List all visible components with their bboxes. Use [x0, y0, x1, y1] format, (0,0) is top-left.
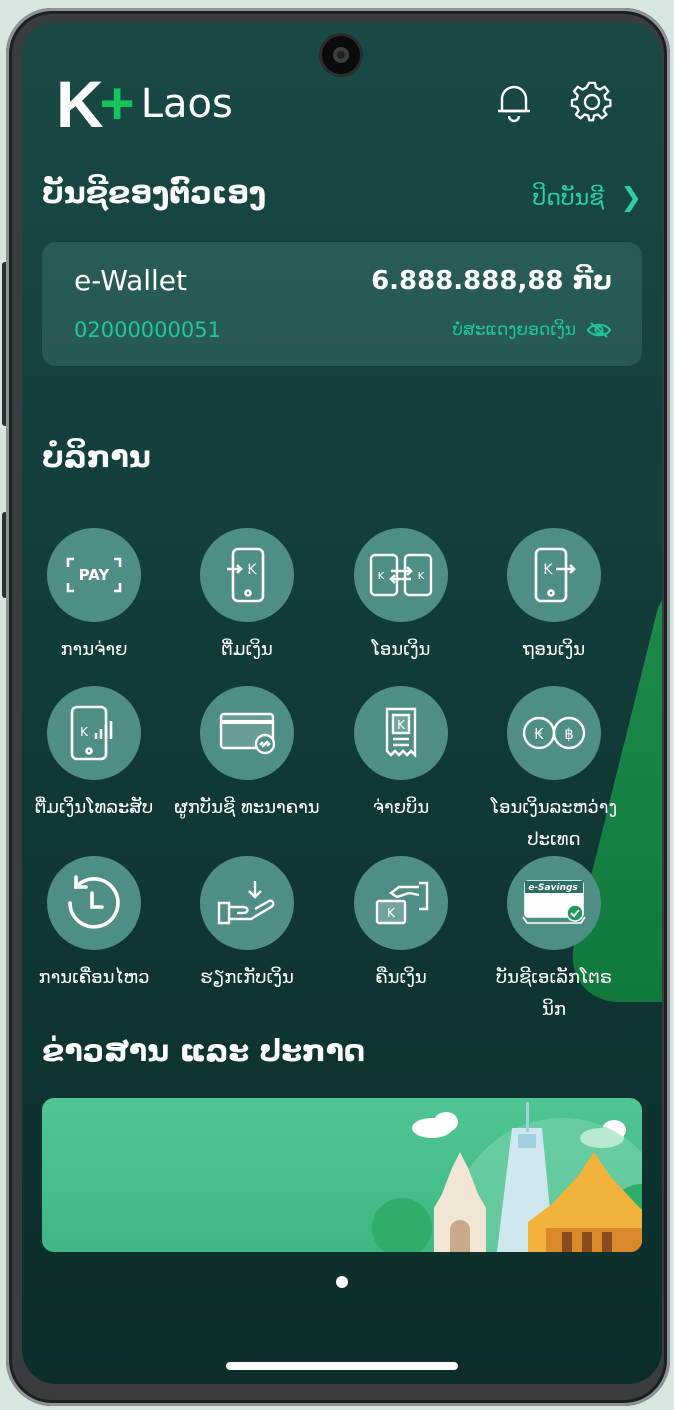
wallet-account-number: 02000000051: [74, 318, 221, 342]
svg-text:฿: ฿: [564, 725, 574, 743]
phone-topup-icon: K: [47, 686, 141, 780]
service-transfer[interactable]: K K ໂອນເງິນ: [326, 528, 476, 666]
service-label: ຄືນເງິນ: [375, 967, 427, 988]
home-indicator[interactable]: [226, 1362, 458, 1370]
service-label: ການຈ່າຍ: [60, 639, 128, 660]
wallet-balance: 6.888.888,88 ກີບ: [371, 266, 612, 296]
wallet-name: e-Wallet: [74, 264, 188, 297]
service-history[interactable]: ການເຄື່ອນໄຫວ: [22, 856, 169, 994]
withdraw-icon: K: [507, 528, 601, 622]
bell-icon[interactable]: [492, 80, 536, 124]
gear-icon[interactable]: [570, 80, 614, 124]
svg-text:PAY: PAY: [79, 566, 111, 584]
service-label: ການເຄື່ອນໄຫວ: [38, 967, 150, 988]
hide-balance-label: ບໍ່ສະແດງຍອດເງິນ: [452, 320, 576, 340]
svg-text:K: K: [418, 571, 425, 582]
svg-text:K: K: [80, 725, 89, 739]
service-label: ຖອນເງິນ: [522, 639, 586, 660]
service-e-savings[interactable]: e-Savings ບັນຊີເອເລັກໂຕຣນິກ: [479, 856, 629, 1026]
logo-text: Laos: [140, 81, 233, 127]
service-label: ຕື່ມເງິນ: [221, 639, 273, 660]
e-savings-tag: e-Savings: [528, 883, 578, 893]
request-money-icon: [200, 856, 294, 950]
chevron-right-icon: ❯: [620, 183, 642, 213]
open-account-label: ປິດບັນຊີ: [532, 185, 605, 211]
service-request-money[interactable]: ຮຽກເກັບເງິນ: [172, 856, 322, 994]
history-clock-icon: [47, 856, 141, 950]
news-title: ຂ່າວສານ ແລະ ປະກາດ: [42, 1034, 366, 1069]
service-label: ໂອນເງິນ: [371, 639, 431, 660]
service-payment[interactable]: PAY ການຈ່າຍ: [22, 528, 169, 666]
top-up-phone-icon: K: [200, 528, 294, 622]
front-camera: [322, 36, 360, 74]
service-withdraw[interactable]: K ຖອນເງິນ: [479, 528, 629, 666]
svg-text:₭: ₭: [534, 725, 544, 743]
service-phone-top-up[interactable]: K ຕື່ມເງິນໂທລະສັບ: [22, 686, 169, 824]
svg-text:K: K: [247, 562, 257, 578]
app-logo: K + Laos: [56, 67, 233, 141]
services-title: ບໍລິການ: [42, 440, 151, 475]
service-label: ຕື່ມເງິນໂທລະສັບ: [34, 797, 154, 818]
service-label: ບັນຊີເອເລັກໂຕຣນິກ: [495, 967, 613, 1020]
logo-k: K: [56, 67, 104, 141]
hide-balance-toggle[interactable]: ບໍ່ສະແດງຍອດເງິນ: [452, 320, 612, 340]
eye-off-icon: [586, 322, 612, 338]
service-international-transfer[interactable]: ₭ ฿ ໂອນເງິນລະຫວ່າງ ປະເທດ: [479, 686, 629, 856]
news-banner[interactable]: [42, 1098, 642, 1252]
svg-text:K: K: [387, 906, 396, 920]
svg-text:K: K: [397, 718, 406, 732]
app-screen: K + Laos ບັນຊີຂອງຕົວເອງ ປິດບັນຊີ ❯ e-Wal…: [22, 22, 662, 1384]
pay-icon: PAY: [47, 528, 141, 622]
open-account-link[interactable]: ປິດບັນຊີ ❯: [482, 178, 642, 218]
refund-icon: K: [354, 856, 448, 950]
service-label: ຮຽກເກັບເງິນ: [200, 967, 294, 988]
service-link-bank[interactable]: ຜູກບັນຊີ ທະນາຄານ: [172, 686, 322, 824]
bill-icon: K: [354, 686, 448, 780]
transfer-icon: K K: [354, 528, 448, 622]
service-bill-pay[interactable]: K ຈ່າຍບິນ: [326, 686, 476, 824]
service-top-up[interactable]: K ຕື່ມເງິນ: [172, 528, 322, 666]
banner-illustration: [372, 1102, 642, 1252]
wallet-card[interactable]: e-Wallet 6.888.888,88 ກີບ 02000000051 ບໍ…: [42, 242, 642, 366]
e-savings-icon: e-Savings: [507, 856, 601, 950]
svg-text:K: K: [543, 562, 553, 578]
service-label: ໂອນເງິນລະຫວ່າງ ປະເທດ: [490, 797, 618, 850]
carousel-indicator[interactable]: [336, 1276, 348, 1288]
service-label: ຈ່າຍບິນ: [372, 797, 430, 818]
service-label: ຜູກບັນຊີ ທະນາຄານ: [174, 797, 320, 818]
svg-text:K: K: [378, 571, 385, 582]
logo-plus: +: [99, 70, 135, 137]
international-transfer-icon: ₭ ฿: [507, 686, 601, 780]
service-refund[interactable]: K ຄືນເງິນ: [326, 856, 476, 994]
accounts-title: ບັນຊີຂອງຕົວເອງ: [42, 176, 267, 211]
link-bank-card-icon: [200, 686, 294, 780]
